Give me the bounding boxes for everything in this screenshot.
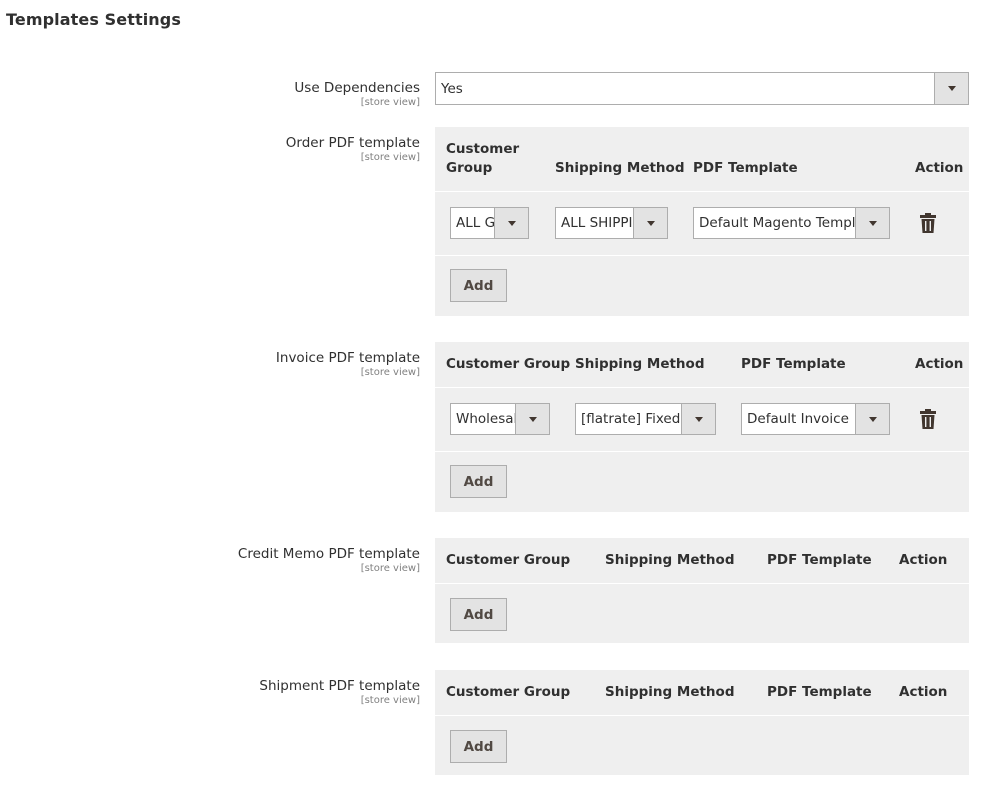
invoice-shipping-method-value: [flatrate] Fixed [581, 411, 681, 427]
order-customer-group-select[interactable]: ALL GROUPS [450, 207, 529, 239]
invoice-shipping-method-arrow[interactable] [681, 404, 715, 434]
order-shipping-method-value: ALL SHIPPING [561, 215, 633, 231]
trash-icon[interactable] [920, 213, 936, 233]
chevron-down-icon [646, 220, 655, 226]
invoice-pdf-label: Invoice PDF template [275, 350, 420, 366]
use-dependencies-value: Yes [441, 80, 463, 97]
invoice-customer-group-value: Wholesale [456, 411, 515, 427]
creditmemo-header-customer-group: Customer Group [446, 552, 571, 568]
invoice-add-row: Add [435, 452, 969, 512]
order-header-action: Action [915, 160, 964, 176]
order-pdf-label: Order PDF template [285, 135, 420, 151]
chevron-down-icon [947, 86, 956, 91]
order-pdf-template-select[interactable]: Default Magento Template [693, 207, 890, 239]
order-shipping-method-arrow[interactable] [633, 208, 667, 238]
order-customer-group-value: ALL GROUPS [456, 215, 494, 231]
chevron-down-icon [528, 416, 537, 422]
order-header-customer-group-line1: Customer [446, 141, 520, 157]
creditmemo-header-pdf-template: PDF Template [767, 552, 872, 568]
shipment-add-button[interactable]: Add [450, 730, 507, 763]
order-table-header: Customer Group Shipping Method PDF Templ… [435, 127, 969, 192]
invoice-pdf-template-value: Default Invoice [747, 411, 849, 427]
use-dependencies-scope: [store view] [360, 97, 420, 108]
table-row: Wholesale [flatrate] Fixed Default Invoi… [435, 388, 969, 452]
table-row: ALL GROUPS ALL SHIPPING Default Magento … [435, 192, 969, 256]
order-header-customer-group: Customer Group [446, 140, 519, 178]
creditmemo-pdf-table: Customer Group Shipping Method PDF Templ… [435, 538, 969, 643]
invoice-pdf-label-group: Invoice PDF template [store view] [276, 350, 420, 378]
chevron-down-icon [868, 220, 877, 226]
use-dependencies-label: Use Dependencies [294, 80, 420, 96]
creditmemo-pdf-label: Credit Memo PDF template [237, 546, 420, 562]
shipment-header-action: Action [899, 684, 948, 700]
chevron-down-icon [868, 416, 877, 422]
order-add-row: Add [435, 256, 969, 316]
order-header-customer-group-line2: Group [446, 160, 493, 176]
invoice-add-button[interactable]: Add [450, 465, 507, 498]
creditmemo-pdf-label-group: Credit Memo PDF template [store view] [238, 546, 420, 574]
section-title: Templates Settings [6, 10, 181, 29]
invoice-pdf-template-arrow[interactable] [855, 404, 889, 434]
creditmemo-add-row: Add [435, 584, 969, 643]
shipment-pdf-scope: [store view] [360, 695, 420, 706]
shipment-pdf-table: Customer Group Shipping Method PDF Templ… [435, 670, 969, 775]
shipment-pdf-label: Shipment PDF template [259, 678, 420, 694]
creditmemo-add-button[interactable]: Add [450, 598, 507, 631]
use-dependencies-arrow[interactable] [934, 73, 968, 104]
creditmemo-header-action: Action [899, 552, 948, 568]
shipment-header-shipping-method: Shipping Method [605, 684, 735, 700]
shipment-table-header: Customer Group Shipping Method PDF Templ… [435, 670, 969, 716]
creditmemo-header-shipping-method: Shipping Method [605, 552, 735, 568]
use-dependencies-label-group: Use Dependencies [store view] [294, 80, 420, 108]
order-pdf-label-group: Order PDF template [store view] [286, 135, 420, 163]
order-pdf-template-value: Default Magento Template [699, 215, 855, 231]
creditmemo-table-header: Customer Group Shipping Method PDF Templ… [435, 538, 969, 584]
invoice-pdf-table: Customer Group Shipping Method PDF Templ… [435, 342, 969, 512]
creditmemo-pdf-scope: [store view] [360, 563, 420, 574]
use-dependencies-select[interactable]: Yes [435, 72, 969, 105]
shipment-header-pdf-template: PDF Template [767, 684, 872, 700]
order-header-pdf-template: PDF Template [693, 160, 798, 176]
invoice-table-header: Customer Group Shipping Method PDF Templ… [435, 342, 969, 388]
order-add-button[interactable]: Add [450, 269, 507, 302]
invoice-header-pdf-template: PDF Template [741, 356, 846, 372]
order-pdf-table: Customer Group Shipping Method PDF Templ… [435, 127, 969, 316]
invoice-customer-group-select[interactable]: Wholesale [450, 403, 550, 435]
invoice-customer-group-arrow[interactable] [515, 404, 549, 434]
chevron-down-icon [694, 416, 703, 422]
shipment-header-customer-group: Customer Group [446, 684, 571, 700]
order-pdf-template-arrow[interactable] [855, 208, 889, 238]
invoice-header-customer-group: Customer Group [446, 356, 571, 372]
invoice-pdf-scope: [store view] [360, 367, 420, 378]
shipment-pdf-label-group: Shipment PDF template [store view] [259, 678, 420, 706]
order-shipping-method-select[interactable]: ALL SHIPPING [555, 207, 668, 239]
order-customer-group-arrow[interactable] [494, 208, 528, 238]
invoice-shipping-method-select[interactable]: [flatrate] Fixed [575, 403, 716, 435]
order-header-shipping-method: Shipping Method [555, 160, 685, 176]
invoice-header-action: Action [915, 356, 964, 372]
chevron-down-icon [507, 220, 516, 226]
trash-icon[interactable] [920, 409, 936, 429]
invoice-pdf-template-select[interactable]: Default Invoice [741, 403, 890, 435]
order-pdf-scope: [store view] [360, 152, 420, 163]
shipment-add-row: Add [435, 716, 969, 775]
invoice-header-shipping-method: Shipping Method [575, 356, 705, 372]
